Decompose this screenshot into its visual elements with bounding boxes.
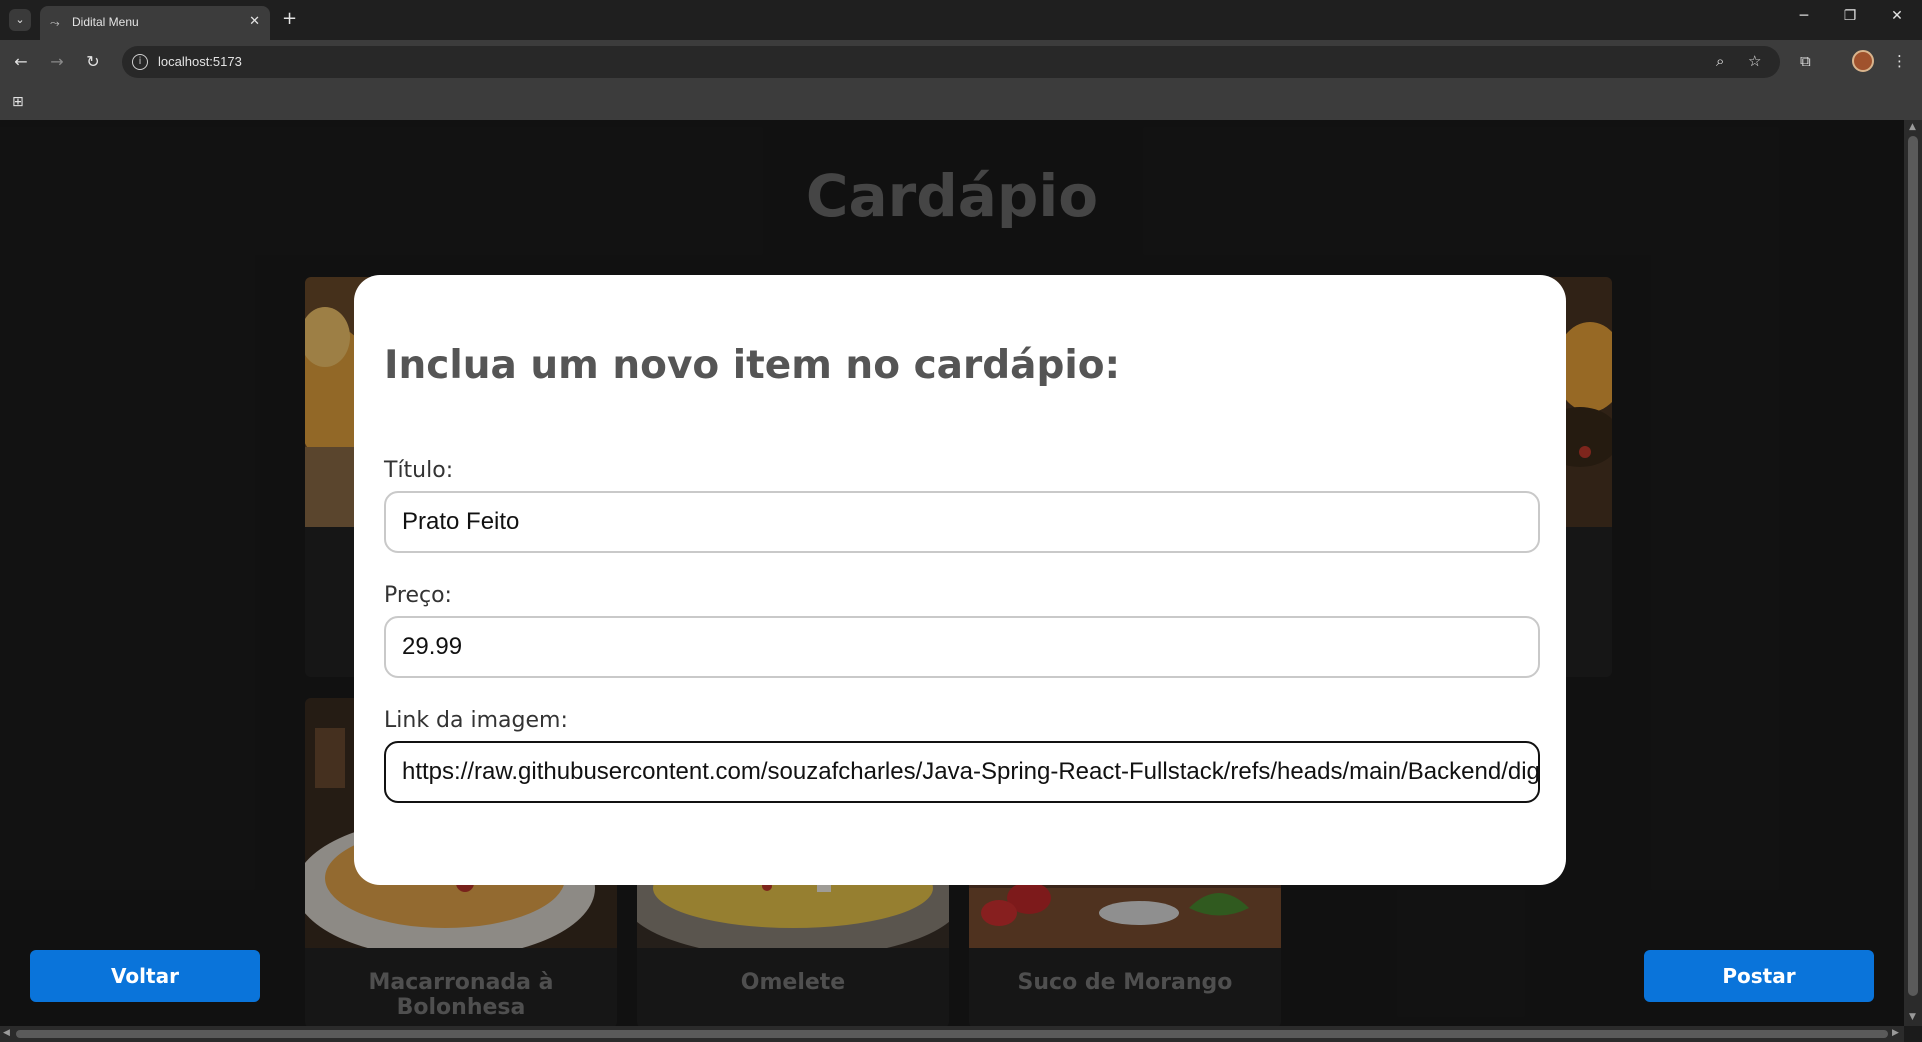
bookmark-star-icon[interactable]: ☆ xyxy=(1748,52,1761,70)
scroll-left-arrow-icon[interactable]: ◀ xyxy=(3,1028,10,1038)
browser-tabstrip: ⌄ ⤳ Didital Menu ✕ + ─ ❐ ✕ xyxy=(0,0,1922,40)
image-link-input[interactable]: https://raw.githubusercontent.com/souzaf… xyxy=(384,741,1540,803)
add-item-modal: Inclua um novo item no cardápio: Título:… xyxy=(354,275,1566,885)
forward-arrow-icon[interactable]: → xyxy=(47,52,67,71)
new-tab-plus-icon[interactable]: + xyxy=(282,8,297,29)
site-info-icon[interactable]: i xyxy=(132,54,148,70)
apps-grid-icon[interactable]: ⊞ xyxy=(12,94,24,110)
price-input[interactable]: 29.99 xyxy=(384,616,1540,678)
zoom-icon[interactable]: ⌕ xyxy=(1716,52,1724,70)
scroll-up-arrow-icon[interactable]: ▲ xyxy=(1909,122,1916,132)
scroll-right-arrow-icon[interactable]: ▶ xyxy=(1892,1028,1899,1038)
profile-avatar[interactable] xyxy=(1852,50,1874,72)
price-field-label: Preço: xyxy=(384,583,452,608)
post-button[interactable]: Postar xyxy=(1644,950,1874,1002)
vertical-scrollbar[interactable]: ▲ ▼ xyxy=(1904,120,1922,1026)
back-button[interactable]: Voltar xyxy=(30,950,260,1002)
tab-close-icon[interactable]: ✕ xyxy=(249,14,260,29)
window-close-icon[interactable]: ✕ xyxy=(1887,8,1907,24)
menu-dots-icon[interactable]: ⋮ xyxy=(1892,52,1907,70)
bookmarks-bar: ⊞ xyxy=(0,84,1922,120)
scroll-down-arrow-icon[interactable]: ▼ xyxy=(1909,1012,1916,1022)
modal-title: Inclua um novo item no cardápio: xyxy=(384,343,1121,388)
url-text[interactable]: localhost:5173 xyxy=(158,54,242,69)
title-input[interactable]: Prato Feito xyxy=(384,491,1540,553)
image-link-field-label: Link da imagem: xyxy=(384,708,568,733)
minimize-icon[interactable]: ─ xyxy=(1794,8,1814,24)
address-bar[interactable]: i localhost:5173 ⌕ ☆ xyxy=(122,46,1780,78)
vertical-scroll-thumb[interactable] xyxy=(1908,136,1918,996)
reload-icon[interactable]: ↻ xyxy=(83,52,103,71)
tab-title: Didital Menu xyxy=(72,15,139,29)
browser-tab[interactable]: ⤳ Didital Menu ✕ xyxy=(40,6,270,40)
title-field-label: Título: xyxy=(384,458,454,483)
horizontal-scrollbar[interactable]: ◀ ▶ xyxy=(0,1026,1904,1042)
restore-icon[interactable]: ❐ xyxy=(1840,8,1860,24)
extensions-icon[interactable]: ⧉ xyxy=(1800,52,1811,70)
back-arrow-icon[interactable]: ← xyxy=(11,52,31,71)
horizontal-scroll-thumb[interactable] xyxy=(16,1030,1888,1038)
page-content: Cardápio Macarronada à Bolonhesa Omelete… xyxy=(0,120,1904,1026)
browser-toolbar: ← → ↻ i localhost:5173 ⌕ ☆ ⧉ ⋮ xyxy=(0,40,1922,84)
favicon-icon: ⤳ xyxy=(50,16,60,30)
tab-search-chevron-icon[interactable]: ⌄ xyxy=(9,9,31,31)
